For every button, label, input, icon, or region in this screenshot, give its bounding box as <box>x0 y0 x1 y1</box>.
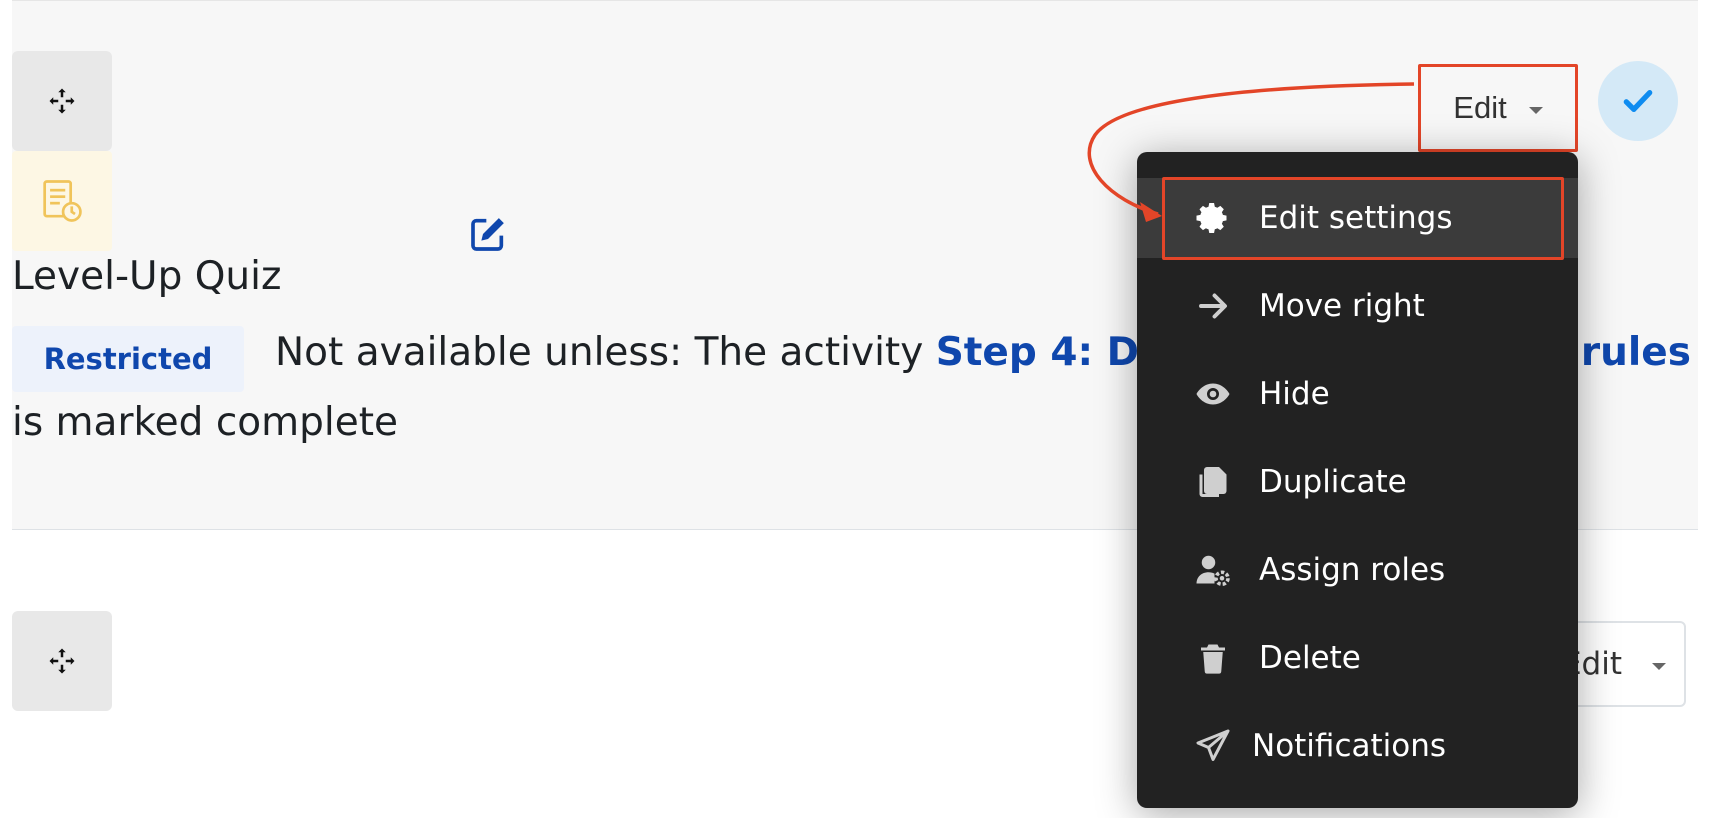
availability-prefix: Not available unless: The activity <box>275 330 936 375</box>
move-handle-2[interactable] <box>12 611 112 711</box>
user-gear-icon <box>1193 550 1233 590</box>
trash-icon <box>1193 638 1233 678</box>
menu-item-duplicate[interactable]: Duplicate <box>1137 442 1578 522</box>
restricted-badge: Restricted <box>12 326 244 392</box>
menu-item-label: Delete <box>1259 640 1361 676</box>
menu-item-label: Assign roles <box>1259 552 1446 588</box>
availability-suffix: is marked complete <box>12 400 398 445</box>
edit-dropdown-menu: Edit settings Move right Hide Duplicate … <box>1137 152 1578 808</box>
menu-item-label: Move right <box>1259 288 1425 324</box>
caret-down-icon <box>1652 662 1666 670</box>
activity-title[interactable]: Level-Up Quiz <box>12 254 281 299</box>
menu-item-label: Hide <box>1259 376 1330 412</box>
gear-icon <box>1193 198 1233 238</box>
arrow-right-icon <box>1193 286 1233 326</box>
menu-item-notifications[interactable]: Notifications <box>1137 706 1578 786</box>
move-icon <box>49 88 75 114</box>
menu-item-hide[interactable]: Hide <box>1137 354 1578 434</box>
quiz-icon <box>43 180 82 222</box>
pencil-square-icon <box>471 218 504 251</box>
copy-icon <box>1193 462 1233 502</box>
menu-item-label: Edit settings <box>1259 200 1453 236</box>
eye-icon <box>1193 374 1233 414</box>
check-icon <box>1623 90 1653 113</box>
menu-item-edit-settings[interactable]: Edit settings <box>1137 178 1578 258</box>
move-icon <box>49 648 75 674</box>
menu-item-move-right[interactable]: Move right <box>1137 266 1578 346</box>
menu-item-label: Duplicate <box>1259 464 1407 500</box>
mark-complete-button[interactable] <box>1598 61 1678 141</box>
move-handle[interactable] <box>12 51 112 151</box>
quiz-activity-icon <box>12 151 112 251</box>
edit-toggle-highlight-box <box>1418 64 1578 152</box>
menu-item-delete[interactable]: Delete <box>1137 618 1578 698</box>
menu-item-label: Notifications <box>1252 728 1447 764</box>
paper-plane-icon <box>1193 726 1233 766</box>
edit-title-icon[interactable] <box>468 214 508 254</box>
menu-item-assign-roles[interactable]: Assign roles <box>1137 530 1578 610</box>
